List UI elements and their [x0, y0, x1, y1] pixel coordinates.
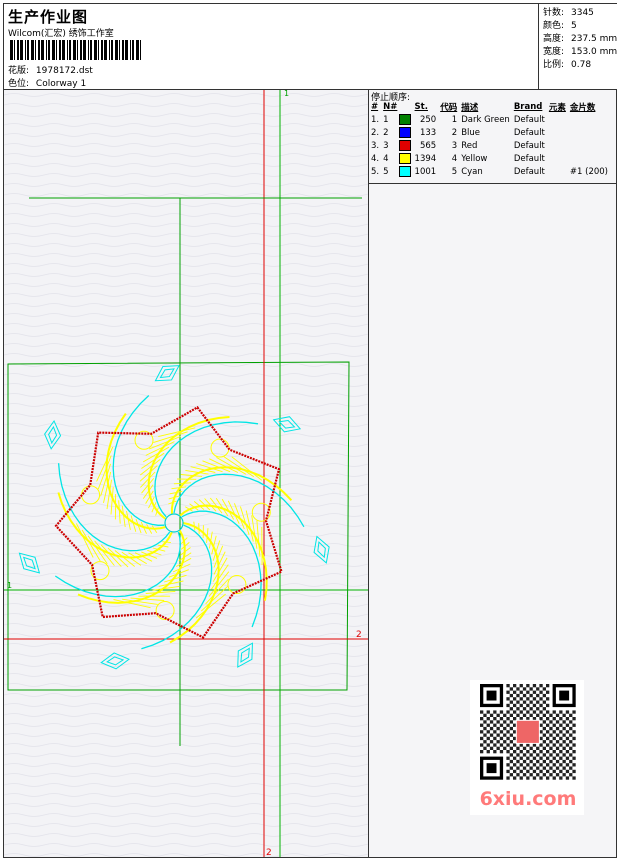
stat-height: 高度: 237.5 mm	[543, 34, 618, 44]
table-row: 1. 1 250 1 Dark Green Default	[369, 113, 610, 126]
col-sequin: 金片数	[569, 103, 596, 113]
row-code: 3	[451, 140, 458, 151]
colorway-value: Colorway 1	[35, 79, 87, 89]
guide-mark-2-bottom: 2	[266, 848, 272, 857]
company-name: Wilcom(汇宏) 绣饰工作室	[8, 29, 114, 39]
design-stats: 针数: 3345 颜色: 5 高度: 237.5 mm 宽度: 153.0 mm 比例:…	[538, 4, 617, 90]
table-row: 4. 4 1394 4 Yellow Default	[369, 152, 610, 165]
design-file-value: 1978172.dst	[35, 66, 93, 76]
row-code: 1	[451, 114, 458, 125]
stat-colors: 颜色: 5	[543, 21, 577, 31]
row-index: 2.	[371, 127, 380, 138]
stat-width: 宽度: 153.0 mm	[543, 47, 618, 57]
color-swatch	[398, 153, 411, 164]
row-element	[547, 152, 568, 165]
row-description: Cyan	[461, 166, 483, 177]
row-stitches: 1394	[414, 153, 437, 164]
row-sequin: #1 (200)	[569, 166, 608, 177]
row-needle: 3	[381, 139, 412, 152]
needle-number: 1	[383, 115, 389, 125]
needle-number: 3	[383, 141, 389, 151]
color-swatch	[398, 114, 411, 125]
row-needle: 4	[381, 152, 412, 165]
color-swatch	[398, 166, 411, 177]
col-code: 代码	[440, 103, 458, 113]
row-brand: Default	[513, 114, 545, 125]
row-needle: 1	[381, 113, 412, 126]
col-needle: N#	[383, 102, 398, 112]
stop-sequence-header: 停止顺序: # N# St. 代码 描述 Brand 元素 金片数 1. 1 250…	[369, 90, 616, 184]
col-index: #	[371, 102, 379, 112]
row-code: 4	[451, 153, 458, 164]
row-sequin	[568, 152, 610, 165]
row-index: 5.	[371, 166, 380, 177]
stop-sequence-table: # N# St. 代码 描述 Brand 元素 金片数 1. 1 250 1 Dark …	[369, 101, 610, 178]
row-brand: Default	[513, 166, 545, 177]
row-index: 3.	[371, 140, 380, 151]
row-description: Yellow	[461, 153, 488, 164]
design-canvas[interactable]: 1 1 2 2	[4, 90, 369, 857]
row-description: Blue	[461, 127, 481, 138]
qr-code-graphic	[480, 684, 576, 780]
row-stitches: 1001	[414, 166, 437, 177]
row-sequin	[568, 139, 610, 152]
stat-stitches: 针数: 3345	[543, 8, 594, 18]
colorway-label: 色位:	[8, 79, 30, 89]
row-brand: Default	[513, 127, 545, 138]
needle-number: 4	[383, 154, 389, 164]
row-stitches: 250	[419, 114, 437, 125]
row-description: Red	[461, 140, 478, 151]
needle-number: 5	[383, 167, 389, 177]
row-brand: Default	[513, 140, 545, 151]
col-description: 描述	[461, 103, 479, 113]
row-code: 2	[451, 127, 458, 138]
table-row: 3. 3 565 3 Red Default	[369, 139, 610, 152]
row-element	[547, 113, 568, 126]
header-info: 生产作业图 Wilcom(汇宏) 绣饰工作室 花版: 1978172.dst 色…	[4, 4, 538, 90]
design-file-label: 花版:	[8, 66, 30, 76]
stat-scale: 比例: 0.78	[543, 60, 592, 70]
row-code: 5	[451, 166, 458, 177]
col-element: 元素	[548, 103, 566, 113]
guide-mark-1-left: 1	[7, 581, 12, 590]
row-sequin	[568, 113, 610, 126]
row-brand: Default	[513, 153, 545, 164]
row-stitches: 565	[419, 140, 437, 151]
row-description: Dark Green	[461, 114, 510, 125]
fill-stitch	[198, 523, 200, 534]
embroidery-design: 1 1 2 2	[4, 90, 368, 857]
row-element	[547, 139, 568, 152]
colorway-row: 色位: Colorway 1	[8, 76, 86, 89]
table-row: 2. 2 133 2 Blue Default	[369, 126, 610, 139]
row-index: 1.	[371, 114, 380, 125]
color-swatch	[398, 140, 411, 151]
col-brand: Brand	[513, 102, 543, 112]
row-needle: 2	[381, 126, 412, 139]
row-element	[547, 165, 568, 178]
row-sequin	[568, 126, 610, 139]
canvas-background	[4, 90, 368, 857]
needle-number: 2	[383, 128, 389, 138]
page-title: 生产作业图	[8, 8, 89, 26]
row-index: 4.	[371, 153, 380, 164]
barcode	[10, 40, 141, 60]
table-header-row: # N# St. 代码 描述 Brand 元素 金片数	[369, 101, 610, 113]
col-stitches: St.	[414, 102, 428, 112]
color-swatch	[398, 127, 411, 138]
guide-mark-2-right: 2	[356, 630, 362, 640]
row-element	[547, 126, 568, 139]
table-row: 5. 5 1001 5 Cyan Default #1 (200)	[369, 165, 610, 178]
guide-mark-1-top: 1	[284, 90, 289, 98]
design-file-row: 花版: 1978172.dst	[8, 63, 93, 76]
watermark-logo: 6xiu.com	[479, 788, 577, 810]
row-needle: 5	[381, 165, 412, 178]
row-stitches: 133	[419, 127, 437, 138]
